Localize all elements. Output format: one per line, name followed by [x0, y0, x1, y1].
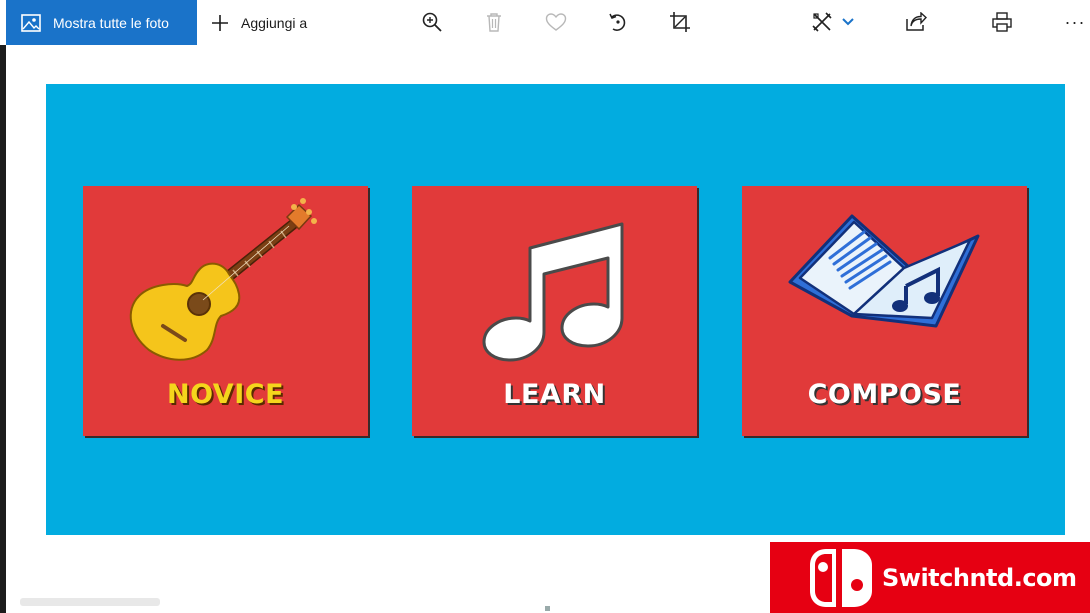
show-all-photos-label: Mostra tutte le foto	[53, 14, 169, 31]
compose-card: COMPOSE	[742, 186, 1027, 436]
rotate-icon[interactable]	[606, 10, 630, 34]
more-icon[interactable]: ···	[1062, 10, 1088, 34]
more-label: ···	[1064, 11, 1086, 32]
add-to-button[interactable]: Aggiungi a	[211, 0, 307, 45]
guitar-icon	[129, 198, 317, 361]
music-note-icon	[482, 222, 624, 362]
novice-card: NOVICE	[83, 186, 368, 436]
photos-app-window: Mostra tutte le foto Aggiungi a ··· NOVI…	[0, 0, 1090, 613]
watermark: Switchntd.com	[770, 542, 1090, 613]
status-text	[20, 598, 160, 606]
compose-label: COMPOSE	[807, 379, 962, 410]
watermark-text: Switchntd.com	[882, 563, 1077, 592]
toolbar: Mostra tutte le foto Aggiungi a ···	[0, 0, 1090, 45]
novice-label: NOVICE	[166, 379, 285, 410]
delete-icon[interactable]	[482, 10, 506, 34]
photo-viewer-image: NOVICE LEARN COMPOSE	[46, 84, 1065, 535]
share-icon[interactable]	[904, 10, 928, 34]
chevron-down-icon[interactable]	[838, 10, 858, 34]
edit-create-icon[interactable]	[810, 10, 834, 34]
crop-icon[interactable]	[668, 10, 692, 34]
favorite-icon[interactable]	[544, 10, 568, 34]
switch-logo-icon	[810, 548, 872, 607]
print-icon[interactable]	[990, 10, 1014, 34]
songbook-icon	[788, 214, 980, 328]
learn-card: LEARN	[412, 186, 697, 436]
plus-icon	[211, 14, 229, 32]
learn-label: LEARN	[503, 379, 606, 410]
show-all-photos-button[interactable]: Mostra tutte le foto	[6, 0, 197, 45]
window-edge	[0, 45, 6, 613]
image-icon	[21, 13, 41, 32]
add-to-label: Aggiungi a	[241, 14, 308, 31]
scroll-indicator	[545, 606, 550, 611]
zoom-icon[interactable]	[420, 10, 444, 34]
